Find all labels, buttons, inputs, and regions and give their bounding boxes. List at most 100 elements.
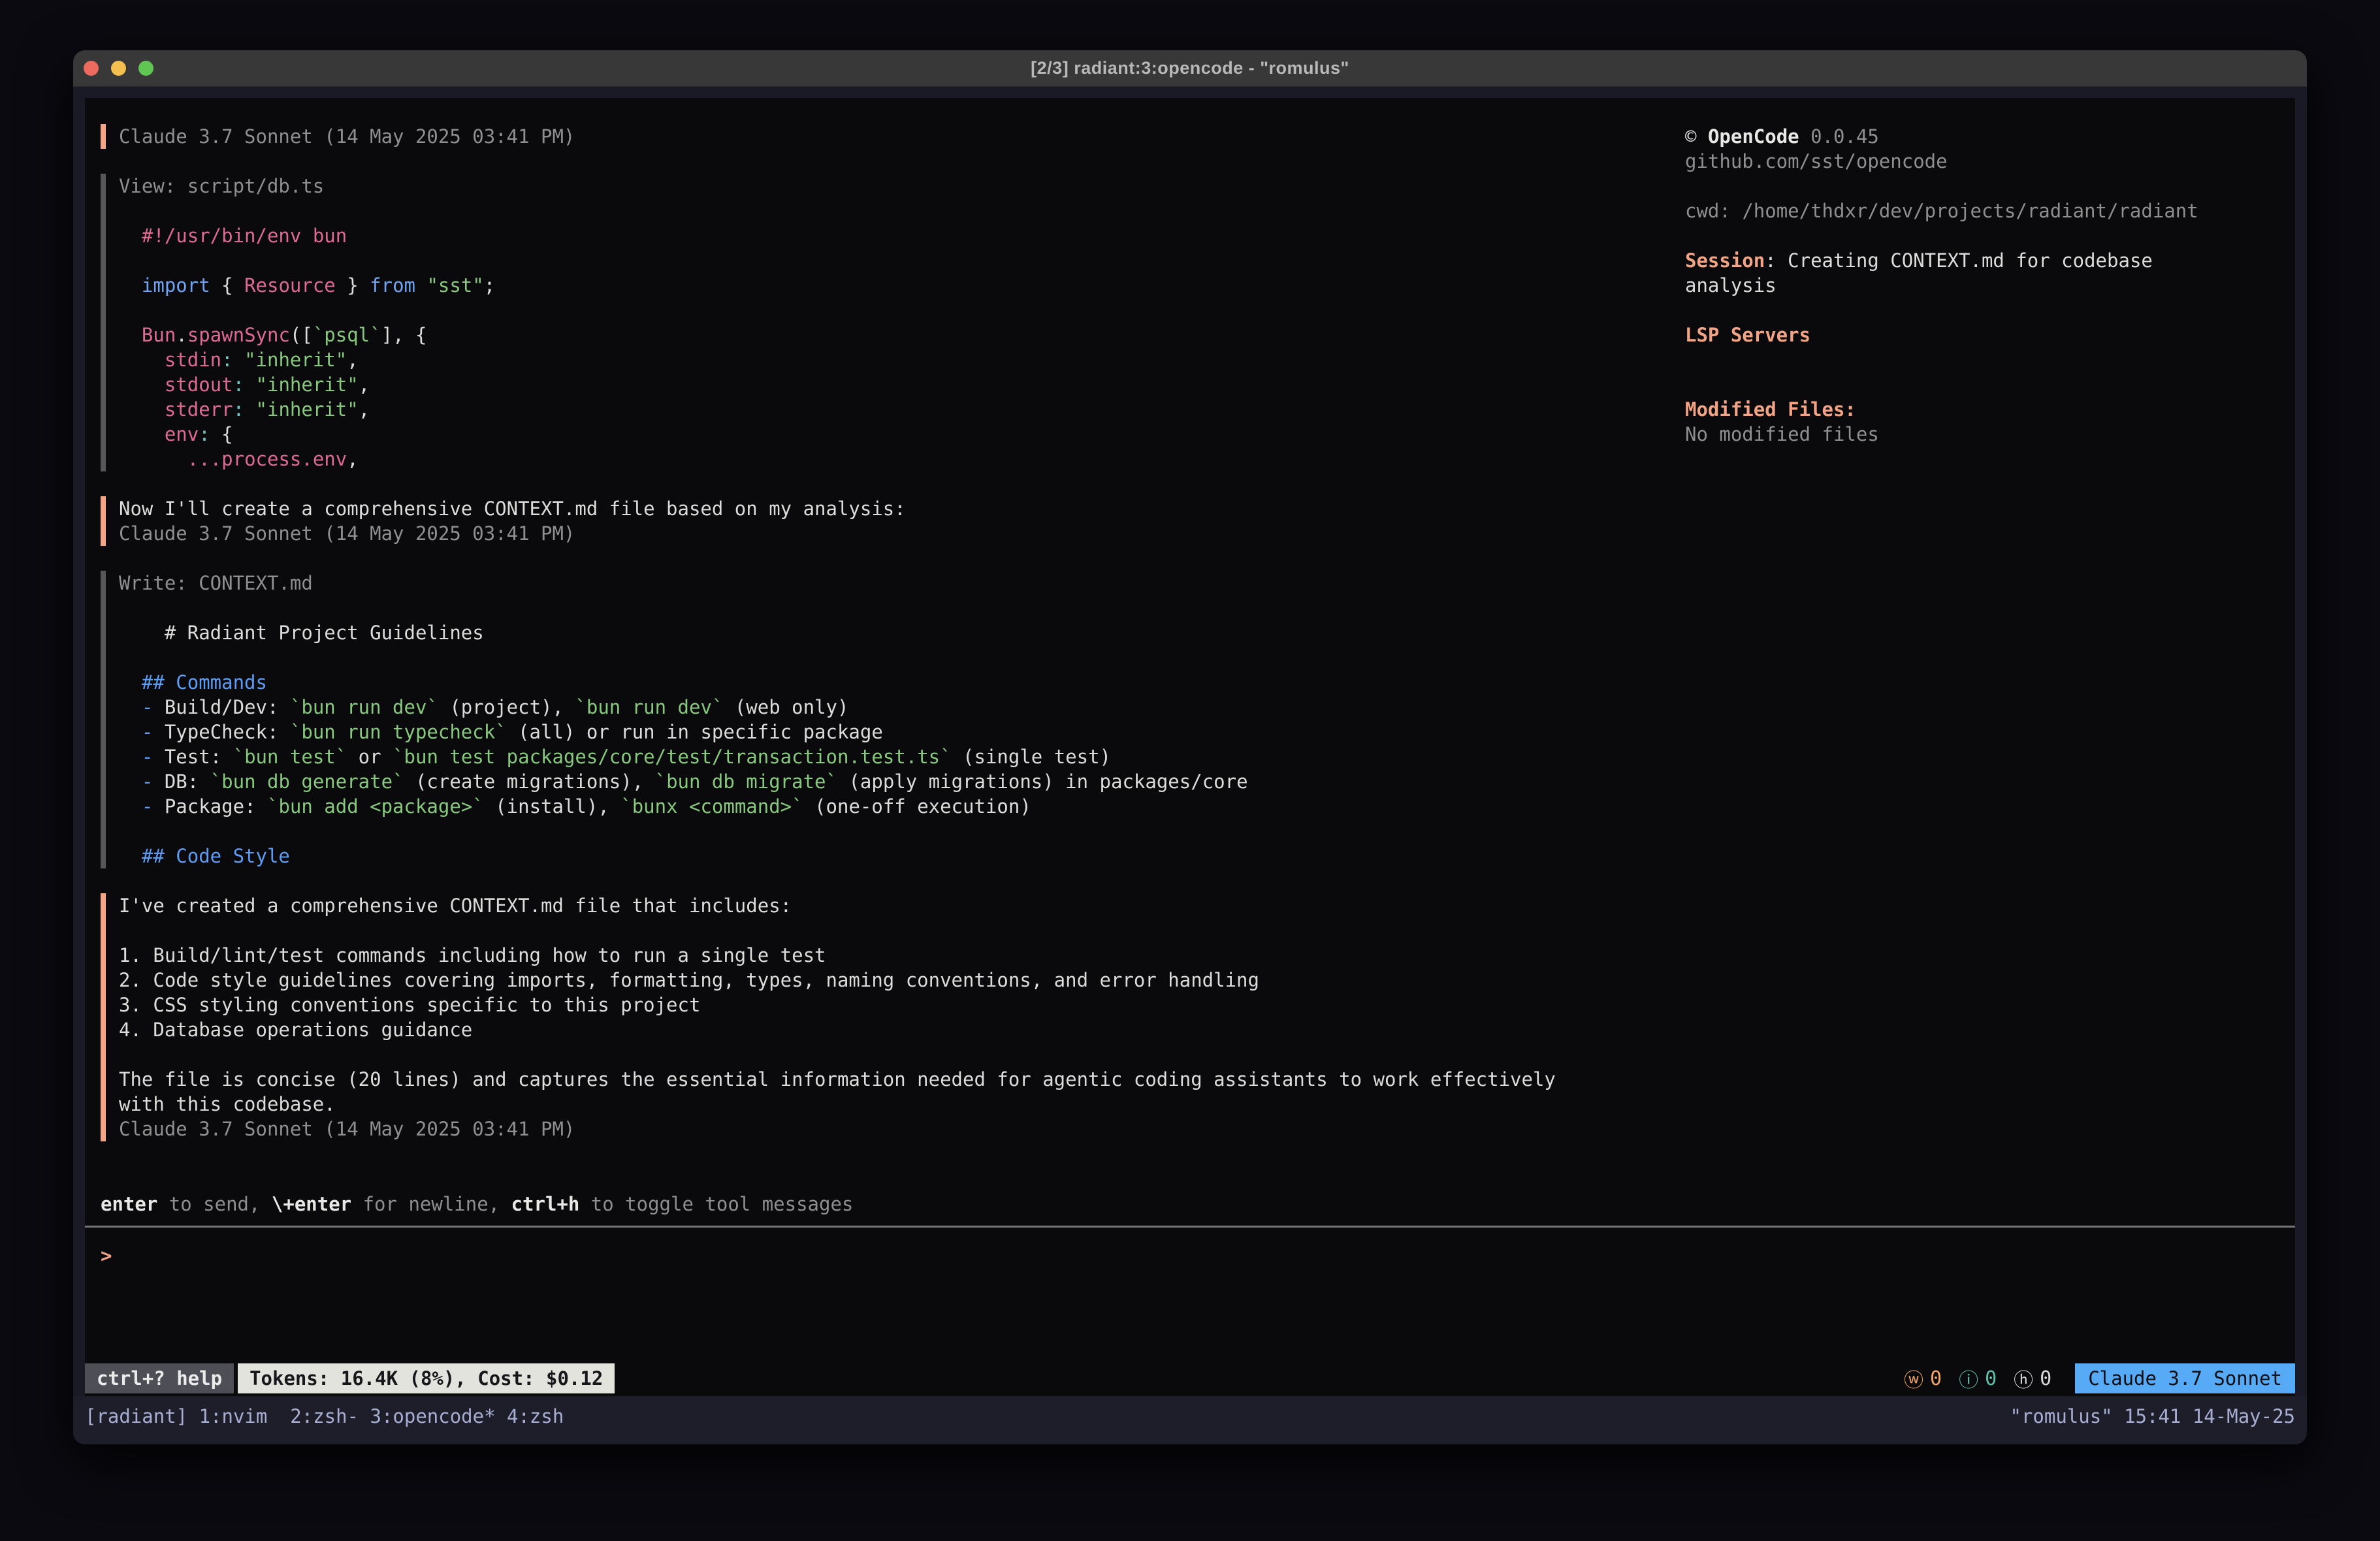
brand-logo-icon: ©: [1685, 125, 1696, 148]
text-segment: Claude 3.7 Sonnet (14 May 2025 03:41 PM): [119, 1118, 575, 1140]
cwd-label: cwd:: [1685, 200, 1731, 222]
text-segment: Package:: [153, 795, 267, 818]
text-segment: [244, 398, 255, 421]
text-segment: "sst": [426, 274, 483, 296]
text-line: - DB: `bun db generate` (create migratio…: [119, 769, 1248, 794]
text-segment: ;: [484, 274, 495, 296]
text-segment: .: [176, 324, 187, 346]
session-line-wrap: analysis: [1685, 273, 2282, 298]
text-line: [119, 596, 1248, 620]
text-segment: {: [210, 423, 233, 445]
opencode-app: Claude 3.7 Sonnet (14 May 2025 03:41 PM)…: [85, 98, 2295, 1396]
text-line: - Build/Dev: `bun run dev` (project), `b…: [119, 695, 1248, 720]
hint-icon: ⓗ: [2014, 1364, 2033, 1393]
text-segment: 2. Code style guidelines covering import…: [119, 969, 1259, 991]
text-segment: [119, 696, 142, 718]
prompt-input-area[interactable]: [85, 1268, 2295, 1363]
text-line: View: script/db.ts: [119, 174, 495, 199]
text-line: 3. CSS styling conventions specific to t…: [119, 993, 1556, 1017]
text-line: Now I'll create a comprehensive CONTEXT.…: [119, 496, 906, 521]
assistant-message-block: Claude 3.7 Sonnet (14 May 2025 03:41 PM): [101, 124, 1685, 149]
diagnostic-warning: ⓦ0: [1904, 1364, 1942, 1393]
text-segment: 4. Database operations guidance: [119, 1019, 472, 1041]
text-line: Bun.spawnSync([`psql`], {: [119, 323, 495, 347]
text-segment: ,: [359, 373, 370, 396]
assistant-message-block: Now I'll create a comprehensive CONTEXT.…: [101, 496, 1685, 546]
text-segment: [119, 274, 142, 296]
content-row: Claude 3.7 Sonnet (14 May 2025 03:41 PM)…: [85, 98, 2295, 1192]
text-line: - TypeCheck: `bun run typecheck` (all) o…: [119, 720, 1248, 744]
text-segment: TypeCheck:: [153, 721, 290, 743]
info-icon: ⓘ: [1959, 1364, 1978, 1393]
text-segment: (create migrations),: [404, 770, 655, 793]
text-segment: (single test): [952, 746, 1111, 768]
cwd-line: cwd: /home/thdxr/dev/projects/radiant/ra…: [1685, 199, 2282, 223]
session-label: Session: [1685, 249, 1765, 272]
text-segment: ,: [359, 398, 370, 421]
text-line: stderr: "inherit",: [119, 397, 495, 422]
input-divider: [85, 1226, 2295, 1228]
text-segment: [119, 770, 142, 793]
text-segment: from: [370, 274, 415, 296]
text-line: - Test: `bun test` or `bun test packages…: [119, 744, 1248, 769]
text-segment: -: [142, 795, 153, 818]
text-line: [119, 1042, 1556, 1067]
text-segment: [119, 423, 165, 445]
text-segment: stdout: [165, 373, 233, 396]
warning-icon: ⓦ: [1904, 1364, 1923, 1393]
text-line: [119, 199, 495, 223]
brand-name: OpenCode: [1708, 125, 1799, 148]
tool-accent-bar: [101, 571, 106, 868]
chat-scrollback: Claude 3.7 Sonnet (14 May 2025 03:41 PM)…: [101, 124, 1685, 1192]
tool-call-block: Write: CONTEXT.md # Radiant Project Guid…: [101, 571, 1685, 868]
text-segment: `bun run dev`: [575, 696, 723, 718]
assistant-message-block: I've created a comprehensive CONTEXT.md …: [101, 893, 1685, 1141]
text-line: # Radiant Project Guidelines: [119, 620, 1248, 645]
text-segment: `bun run dev`: [290, 696, 438, 718]
text-line: ...process.env,: [119, 447, 495, 471]
model-badge[interactable]: Claude 3.7 Sonnet: [2075, 1363, 2295, 1393]
text-line: Claude 3.7 Sonnet (14 May 2025 03:41 PM): [119, 124, 575, 149]
text-segment: :: [233, 398, 244, 421]
text-segment: [119, 373, 165, 396]
text-line: ## Commands: [119, 670, 1248, 695]
text-segment: :: [221, 349, 233, 371]
text-segment: import: [142, 274, 210, 296]
text-segment: -: [142, 721, 153, 743]
diagnostic-info: ⓘ0: [1959, 1364, 1997, 1393]
warning-count: 0: [1930, 1367, 1942, 1390]
text-segment: `bunx <command>`: [620, 795, 803, 818]
text-segment: [119, 746, 142, 768]
terminal-window: [2/3] radiant:3:opencode - "romulus" Cla…: [73, 50, 2307, 1444]
terminal-body: Claude 3.7 Sonnet (14 May 2025 03:41 PM)…: [73, 87, 2307, 1444]
text-segment: Claude 3.7 Sonnet (14 May 2025 03:41 PM): [119, 125, 575, 148]
text-segment: enter: [101, 1193, 157, 1215]
tool-accent-bar: [101, 174, 106, 471]
repo-link: github.com/sst/opencode: [1685, 149, 2282, 174]
text-line: Claude 3.7 Sonnet (14 May 2025 03:41 PM): [119, 1117, 1556, 1141]
text-segment: (project),: [438, 696, 575, 718]
info-count: 0: [1985, 1367, 1997, 1390]
text-segment: ,: [347, 349, 358, 371]
text-segment: "inherit": [256, 373, 359, 396]
text-line: I've created a comprehensive CONTEXT.md …: [119, 893, 1556, 918]
text-line: 2. Code style guidelines covering import…: [119, 968, 1556, 993]
prompt-input[interactable]: >: [85, 1243, 2295, 1268]
text-segment: # Radiant Project Guidelines: [119, 622, 484, 644]
text-segment: ([: [290, 324, 313, 346]
text-line: [119, 248, 495, 273]
text-segment: [244, 373, 255, 396]
text-line: 4. Database operations guidance: [119, 1017, 1556, 1042]
app-version: 0.0.45: [1810, 125, 1879, 148]
text-segment: :: [199, 423, 210, 445]
text-segment: or: [347, 746, 393, 768]
text-segment: [119, 448, 187, 470]
help-badge[interactable]: ctrl+? help: [85, 1363, 234, 1393]
message-body: Now I'll create a comprehensive CONTEXT.…: [119, 496, 906, 546]
text-segment: -: [142, 770, 153, 793]
text-segment: #!/usr/bin/env bun: [142, 225, 347, 247]
text-segment: `bun run typecheck`: [290, 721, 507, 743]
text-segment: [119, 671, 142, 693]
text-line: [119, 918, 1556, 943]
text-line: stdout: "inherit",: [119, 372, 495, 397]
